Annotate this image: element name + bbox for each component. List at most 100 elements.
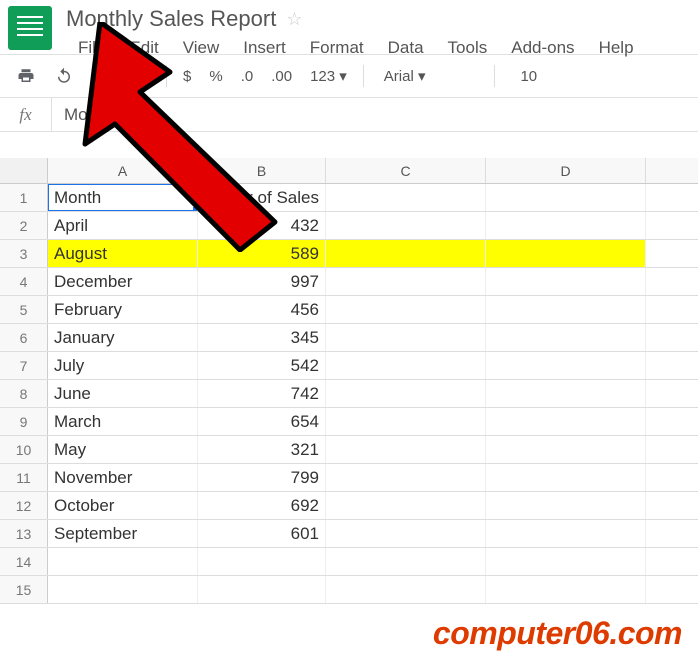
menu-data[interactable]: Data — [376, 34, 436, 62]
cell[interactable] — [486, 492, 646, 519]
menu-addons[interactable]: Add-ons — [499, 34, 586, 62]
format-percent-button[interactable]: % — [203, 68, 228, 85]
menu-view[interactable]: View — [171, 34, 232, 62]
cell[interactable] — [486, 548, 646, 575]
menu-file[interactable]: File — [66, 34, 117, 62]
cell[interactable]: Number of Sales — [198, 184, 326, 211]
row-header[interactable]: 1 — [0, 184, 48, 211]
print-icon[interactable] — [10, 62, 42, 90]
sheets-app-icon[interactable] — [8, 6, 52, 50]
cell[interactable] — [326, 212, 486, 239]
cell[interactable]: October — [48, 492, 198, 519]
row-header[interactable]: 3 — [0, 240, 48, 267]
cell[interactable]: March — [48, 408, 198, 435]
font-family-dropdown[interactable]: Arial ▾ — [374, 65, 484, 87]
cell[interactable]: 799 — [198, 464, 326, 491]
cell[interactable] — [486, 380, 646, 407]
increase-decimal-button[interactable]: .00 — [265, 68, 298, 85]
cell[interactable] — [486, 184, 646, 211]
cell[interactable] — [486, 240, 646, 267]
cell[interactable]: November — [48, 464, 198, 491]
cell[interactable]: 601 — [198, 520, 326, 547]
cell[interactable] — [486, 464, 646, 491]
cell[interactable] — [48, 576, 198, 603]
cell[interactable] — [326, 240, 486, 267]
row-header[interactable]: 13 — [0, 520, 48, 547]
cell[interactable]: 997 — [198, 268, 326, 295]
cell[interactable]: July — [48, 352, 198, 379]
row-header[interactable]: 6 — [0, 324, 48, 351]
cell[interactable] — [326, 324, 486, 351]
cell[interactable]: January — [48, 324, 198, 351]
menu-edit[interactable]: Edit — [117, 34, 170, 62]
cell[interactable]: 321 — [198, 436, 326, 463]
format-currency-button[interactable]: $ — [177, 68, 197, 85]
cell[interactable] — [326, 492, 486, 519]
cell[interactable] — [486, 324, 646, 351]
cell[interactable]: Month — [48, 184, 198, 211]
row-header[interactable]: 5 — [0, 296, 48, 323]
number-format-dropdown[interactable]: 123 ▾ — [304, 67, 353, 85]
cell[interactable] — [486, 408, 646, 435]
menu-format[interactable]: Format — [298, 34, 376, 62]
row-header[interactable]: 7 — [0, 352, 48, 379]
cell[interactable] — [326, 352, 486, 379]
row-header[interactable]: 2 — [0, 212, 48, 239]
cell[interactable] — [326, 408, 486, 435]
cell[interactable] — [486, 576, 646, 603]
paint-format-icon[interactable] — [124, 62, 156, 90]
cell[interactable] — [326, 380, 486, 407]
cell[interactable]: 432 — [198, 212, 326, 239]
cell[interactable]: 654 — [198, 408, 326, 435]
cell[interactable] — [326, 520, 486, 547]
cell[interactable] — [326, 296, 486, 323]
cell[interactable]: May — [48, 436, 198, 463]
col-header-c[interactable]: C — [326, 158, 486, 183]
cell[interactable] — [326, 268, 486, 295]
menu-insert[interactable]: Insert — [231, 34, 298, 62]
row-header[interactable]: 15 — [0, 576, 48, 603]
cell[interactable] — [486, 520, 646, 547]
cell[interactable] — [326, 464, 486, 491]
cell[interactable] — [486, 436, 646, 463]
row-header[interactable]: 12 — [0, 492, 48, 519]
col-header-a[interactable]: A — [48, 158, 198, 183]
col-header-b[interactable]: B — [198, 158, 326, 183]
cell[interactable] — [326, 436, 486, 463]
cell[interactable]: 542 — [198, 352, 326, 379]
cell[interactable]: 692 — [198, 492, 326, 519]
cell[interactable]: 742 — [198, 380, 326, 407]
cell[interactable] — [198, 576, 326, 603]
cell[interactable]: September — [48, 520, 198, 547]
doc-title[interactable]: Monthly Sales Report — [66, 6, 276, 32]
col-header-d[interactable]: D — [486, 158, 646, 183]
cell[interactable] — [486, 352, 646, 379]
cell[interactable] — [48, 548, 198, 575]
row-header[interactable]: 14 — [0, 548, 48, 575]
cell[interactable]: April — [48, 212, 198, 239]
star-icon[interactable]: ☆ — [286, 9, 302, 30]
row-header[interactable]: 11 — [0, 464, 48, 491]
decrease-decimal-button[interactable]: .0 — [235, 68, 260, 85]
cell[interactable] — [486, 268, 646, 295]
row-header[interactable]: 10 — [0, 436, 48, 463]
fx-value[interactable]: Month — [52, 105, 698, 125]
row-header[interactable]: 4 — [0, 268, 48, 295]
cell[interactable] — [326, 184, 486, 211]
redo-icon[interactable] — [86, 62, 118, 90]
cell[interactable]: December — [48, 268, 198, 295]
select-all-corner[interactable] — [0, 158, 48, 183]
cell[interactable]: 345 — [198, 324, 326, 351]
cell[interactable]: 456 — [198, 296, 326, 323]
menu-help[interactable]: Help — [587, 34, 646, 62]
cell[interactable] — [326, 548, 486, 575]
undo-icon[interactable] — [48, 62, 80, 90]
row-header[interactable]: 9 — [0, 408, 48, 435]
cell[interactable] — [326, 576, 486, 603]
menu-tools[interactable]: Tools — [436, 34, 500, 62]
cell[interactable]: February — [48, 296, 198, 323]
cell[interactable]: June — [48, 380, 198, 407]
cell[interactable]: August — [48, 240, 198, 267]
cell[interactable] — [198, 548, 326, 575]
cell[interactable]: 589 — [198, 240, 326, 267]
